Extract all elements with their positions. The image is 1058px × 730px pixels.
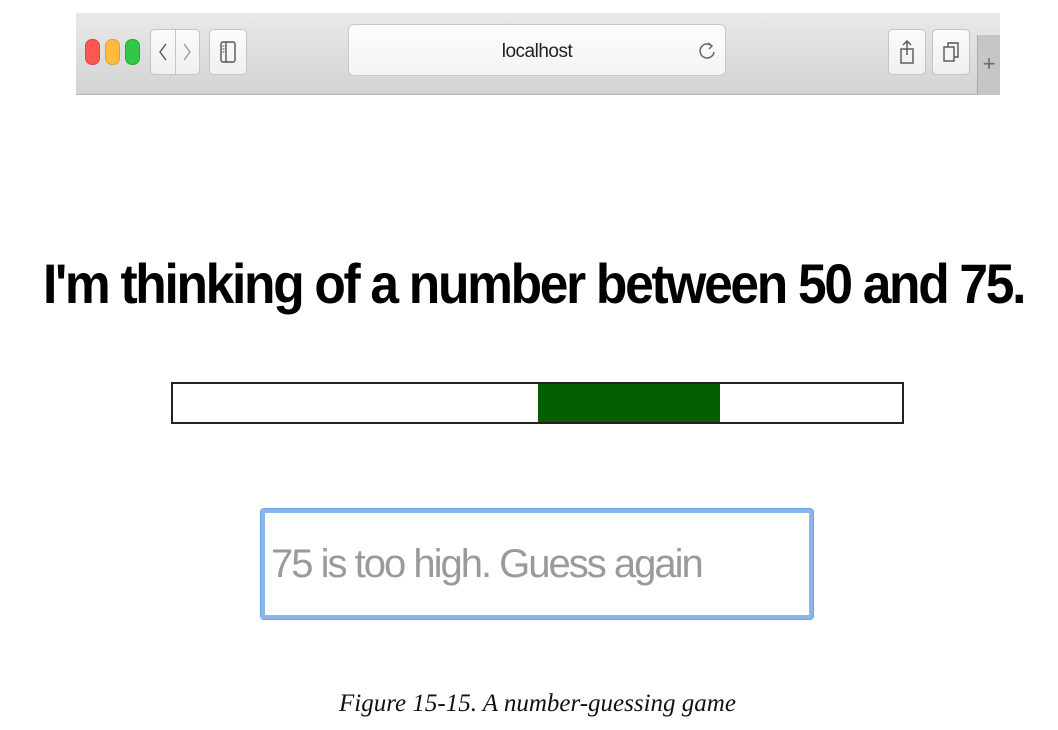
- range-bar: [171, 382, 904, 424]
- reload-icon[interactable]: [695, 39, 719, 63]
- new-tab-button[interactable]: +: [977, 35, 1000, 95]
- page: localhost + I'm thinking of a number bet…: [0, 0, 1058, 730]
- back-icon: [158, 43, 167, 61]
- guess-input[interactable]: [260, 508, 814, 620]
- address-text: localhost: [501, 41, 573, 62]
- tabs-overview-button[interactable]: [932, 29, 970, 75]
- back-button[interactable]: [151, 30, 175, 74]
- game-message: I'm thinking of a number between 50 and …: [42, 251, 1026, 315]
- address-bar[interactable]: localhost: [348, 24, 726, 76]
- minimize-window-button[interactable]: [105, 39, 120, 65]
- share-button[interactable]: [888, 29, 926, 75]
- zoom-window-button[interactable]: [125, 39, 140, 65]
- navigation-buttons: [150, 29, 200, 75]
- new-tab-icon: +: [982, 51, 996, 76]
- forward-button[interactable]: [174, 30, 200, 74]
- figure-caption: Figure 15-15. A number-guessing game: [339, 690, 736, 717]
- forward-icon: [183, 43, 192, 61]
- sidebar-button[interactable]: [209, 29, 247, 75]
- close-window-button[interactable]: [85, 39, 100, 65]
- tabs-icon: [943, 42, 959, 62]
- share-icon: [900, 40, 914, 64]
- range-fill: [537, 384, 720, 422]
- sidebar-icon: [220, 41, 236, 63]
- browser-toolbar: localhost +: [76, 13, 1000, 95]
